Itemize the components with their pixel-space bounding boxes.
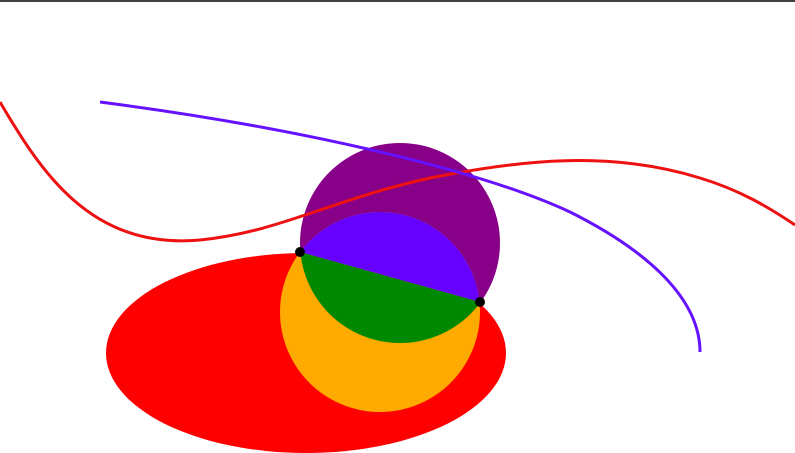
- intersection-point-left: [295, 247, 305, 257]
- diagram-canvas: [0, 0, 795, 453]
- geometry-diagram: [0, 0, 795, 453]
- intersection-point-right: [475, 297, 485, 307]
